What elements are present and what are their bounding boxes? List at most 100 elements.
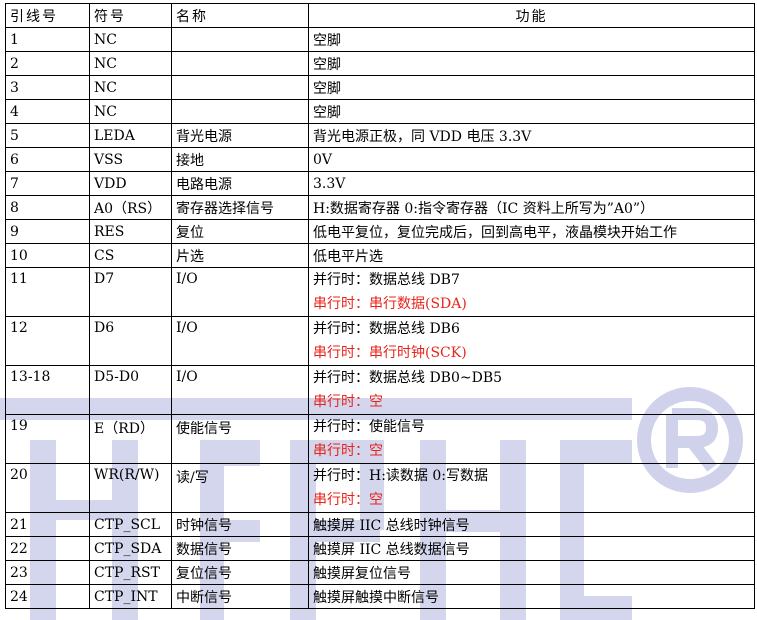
function-text: 空脚 <box>313 56 341 73</box>
pin-cell: 22 <box>5 536 90 561</box>
table-row: 21 CTP_SCL 时钟信号 触摸屏 IIC 总线时钟信号 <box>5 512 755 537</box>
table-row: 3 NC 空脚 <box>5 75 755 100</box>
symbol-cell: NC <box>89 75 172 100</box>
table-row: 19 E（RD） 使能信号 并行时：使能信号 串行时：空 <box>5 414 755 464</box>
symbol-cell: E（RD） <box>89 414 172 464</box>
symbol-cell: VSS <box>89 147 172 172</box>
symbol-cell: CTP_INT <box>89 584 172 609</box>
pin-cell: 23 <box>5 560 90 585</box>
serial-mode-text: 串行时：空 <box>313 394 383 410</box>
symbol-cell: CTP_RST <box>89 560 172 585</box>
pin-cell: 2 <box>5 51 90 76</box>
table-row: 13-18 D5-D0 I/O 并行时：数据总线 DB0~DB5 串行时：空 <box>5 365 755 415</box>
pin-cell: 12 <box>5 316 90 366</box>
header-pin: 引线号 <box>5 3 90 28</box>
function-text: 3.3V <box>313 175 346 192</box>
table-row: 8 A0（RS） 寄存器选择信号 H:数据寄存器 0:指令寄存器（IC 资料上所写为”… <box>5 195 755 220</box>
pin-definition-table: 引线号 符号 名称 功能 1 NC 空脚 2 NC 空脚 3 NC 空脚 4 NC 空脚 5 LEDA 背光… <box>5 3 755 609</box>
function-cell: 并行时：数据总线 DB0~DB5 串行时：空 <box>308 365 755 415</box>
function-cell: 低电平片选 <box>308 243 755 268</box>
function-text: 并行时：数据总线 DB7 <box>313 272 460 288</box>
symbol-cell: CS <box>89 243 172 268</box>
table-row: 22 CTP_SDA 数据信号 触摸屏 IIC 总线数据信号 <box>5 536 755 561</box>
function-cell: 触摸屏复位信号 <box>308 560 755 585</box>
name-cell: I/O <box>171 316 309 366</box>
function-cell: 低电平复位，复位完成后，回到高电平，液晶模块开始工作 <box>308 219 755 244</box>
pin-cell: 24 <box>5 584 90 609</box>
function-text: 空脚 <box>313 104 341 121</box>
symbol-cell: D7 <box>89 267 172 317</box>
function-cell: 背光电源正极，同 VDD 电压 3.3V <box>308 123 755 148</box>
symbol-cell: A0（RS） <box>89 195 172 220</box>
function-text: 触摸屏 IIC 总线数据信号 <box>313 541 470 558</box>
name-cell: I/O <box>171 365 309 415</box>
table-row: 12 D6 I/O 并行时：数据总线 DB6 串行时：串行时钟(SCK) <box>5 316 755 366</box>
function-text: 触摸屏复位信号 <box>313 565 411 582</box>
function-cell: 并行时：数据总线 DB6 串行时：串行时钟(SCK) <box>308 316 755 366</box>
table-row: 20 WR(R/W) 读/写 并行时：H:读数据 0:写数据 串行时：空 <box>5 463 755 513</box>
pin-cell: 8 <box>5 195 90 220</box>
name-cell <box>171 27 309 52</box>
table-row: 6 VSS 接地 0V <box>5 147 755 172</box>
function-cell: 触摸屏触摸中断信号 <box>308 584 755 609</box>
function-text: 0V <box>313 151 333 168</box>
pin-cell: 19 <box>5 414 90 464</box>
header-row: 引线号 符号 名称 功能 <box>5 3 755 28</box>
function-text: 低电平复位，复位完成后，回到高电平，液晶模块开始工作 <box>313 224 677 241</box>
function-text: 低电平片选 <box>313 248 383 265</box>
symbol-cell: NC <box>89 99 172 124</box>
name-cell: I/O <box>171 267 309 317</box>
pin-cell: 5 <box>5 123 90 148</box>
pin-cell: 9 <box>5 219 90 244</box>
function-text: 触摸屏 IIC 总线时钟信号 <box>313 517 470 534</box>
name-cell: 使能信号 <box>171 414 309 464</box>
header-name: 名称 <box>171 3 309 28</box>
symbol-cell: WR(R/W) <box>89 463 172 513</box>
function-cell: H:数据寄存器 0:指令寄存器（IC 资料上所写为”A0”） <box>308 195 755 220</box>
pin-cell: 21 <box>5 512 90 537</box>
function-cell: 空脚 <box>308 75 755 100</box>
pin-cell: 3 <box>5 75 90 100</box>
table-row: 24 CTP_INT 中断信号 触摸屏触摸中断信号 <box>5 584 755 609</box>
function-cell: 空脚 <box>308 27 755 52</box>
table-body: 1 NC 空脚 2 NC 空脚 3 NC 空脚 4 NC 空脚 5 LEDA 背光电源 背光电源正极，同 VD… <box>5 27 755 609</box>
name-cell: 中断信号 <box>171 584 309 609</box>
function-text: 并行时：数据总线 DB6 <box>313 321 460 337</box>
pin-cell: 10 <box>5 243 90 268</box>
function-text: H:数据寄存器 0:指令寄存器（IC 资料上所写为”A0”） <box>313 200 655 217</box>
function-text: 空脚 <box>313 80 341 97</box>
name-cell: 接地 <box>171 147 309 172</box>
pin-cell: 11 <box>5 267 90 317</box>
table-row: 11 D7 I/O 并行时：数据总线 DB7 串行时：串行数据(SDA) <box>5 267 755 317</box>
name-cell: 读/写 <box>171 463 309 513</box>
function-cell: 3.3V <box>308 171 755 196</box>
serial-mode-text: 串行时：串行时钟(SCK) <box>313 345 467 361</box>
name-cell: 电路电源 <box>171 171 309 196</box>
function-cell: 空脚 <box>308 51 755 76</box>
header-function: 功能 <box>308 3 755 28</box>
serial-mode-text: 串行时：空 <box>313 492 383 508</box>
name-cell: 片选 <box>171 243 309 268</box>
name-cell: 复位 <box>171 219 309 244</box>
table-row: 4 NC 空脚 <box>5 99 755 124</box>
function-cell: 触摸屏 IIC 总线数据信号 <box>308 536 755 561</box>
table-row: 23 CTP_RST 复位信号 触摸屏复位信号 <box>5 560 755 585</box>
name-cell <box>171 51 309 76</box>
name-cell <box>171 99 309 124</box>
pin-cell: 1 <box>5 27 90 52</box>
function-cell: 0V <box>308 147 755 172</box>
function-cell: 空脚 <box>308 99 755 124</box>
name-cell: 背光电源 <box>171 123 309 148</box>
pin-cell: 13-18 <box>5 365 90 415</box>
function-text: 背光电源正极，同 VDD 电压 3.3V <box>313 128 532 145</box>
function-text: 触摸屏触摸中断信号 <box>313 589 439 606</box>
function-text: 空脚 <box>313 32 341 49</box>
table-row: 5 LEDA 背光电源 背光电源正极，同 VDD 电压 3.3V <box>5 123 755 148</box>
pin-cell: 4 <box>5 99 90 124</box>
symbol-cell: VDD <box>89 171 172 196</box>
name-cell: 寄存器选择信号 <box>171 195 309 220</box>
function-cell: 触摸屏 IIC 总线时钟信号 <box>308 512 755 537</box>
function-text: 并行时：数据总线 DB0~DB5 <box>313 370 503 386</box>
name-cell <box>171 75 309 100</box>
symbol-cell: CTP_SDA <box>89 536 172 561</box>
